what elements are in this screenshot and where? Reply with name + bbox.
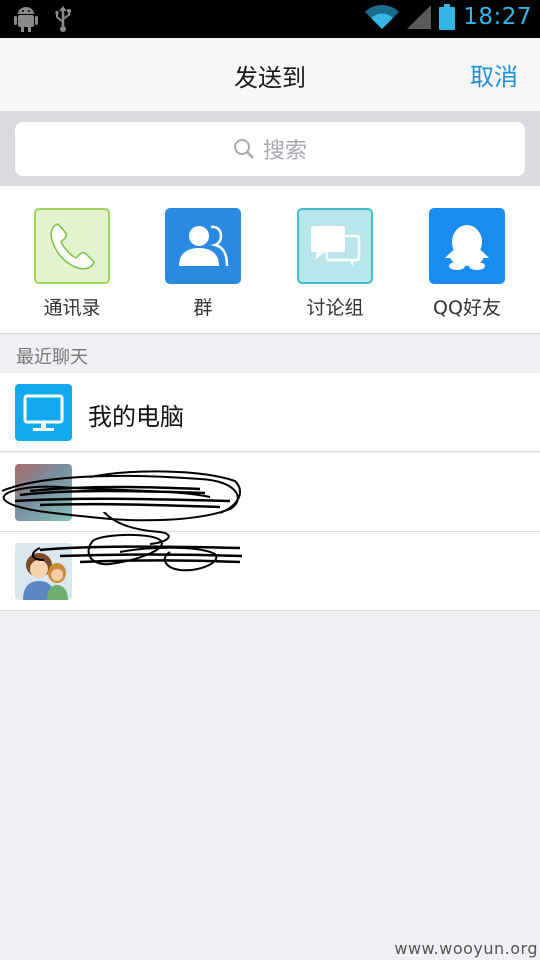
signal-icon [407,5,432,29]
list-item[interactable] [0,512,540,611]
status-bar: 18:27 [0,0,540,38]
qq-friends-label: QQ好友 [433,297,501,319]
status-right-icons: 18:27 [365,4,532,30]
usb-icon [55,6,71,32]
search-icon [233,139,254,159]
status-left-icons [14,6,72,32]
qq-penguin-icon [429,208,505,284]
phone-icon [34,208,110,284]
page-title: 发送到 [234,64,306,92]
search-placeholder: 搜索 [262,139,307,164]
battery-icon [439,4,456,30]
qq-friends-button[interactable]: QQ好友 [407,208,527,320]
discussion-icon [297,208,373,284]
group-button[interactable]: 群 [143,208,263,320]
android-debug-icon [14,7,38,32]
quick-actions: 通讯录 群 讨论组 QQ好友 [0,186,540,334]
group-label: 群 [193,297,213,319]
group-icon [165,208,241,284]
contacts-label: 通讯录 [43,297,101,319]
search-input[interactable]: 搜索 [15,122,525,176]
discussion-button[interactable]: 讨论组 [275,208,395,320]
list-item[interactable]: 我的电脑 [0,373,540,452]
discussion-label: 讨论组 [306,297,364,319]
contact-name: 我的电脑 [88,403,184,431]
cancel-button[interactable]: 取消 [470,57,518,92]
wifi-icon [365,5,400,29]
search-bar: 搜索 [0,112,540,186]
status-time: 18:27 [463,4,532,30]
title-bar: 发送到 取消 [0,38,540,112]
contacts-button[interactable]: 通讯录 [12,208,132,320]
section-title: 最近聊天 [16,347,88,368]
watermark: www.wooyun.org [394,939,538,958]
redaction-scribble [32,512,243,572]
computer-icon [15,384,72,441]
recent-chats-header: 最近聊天 [0,335,540,373]
